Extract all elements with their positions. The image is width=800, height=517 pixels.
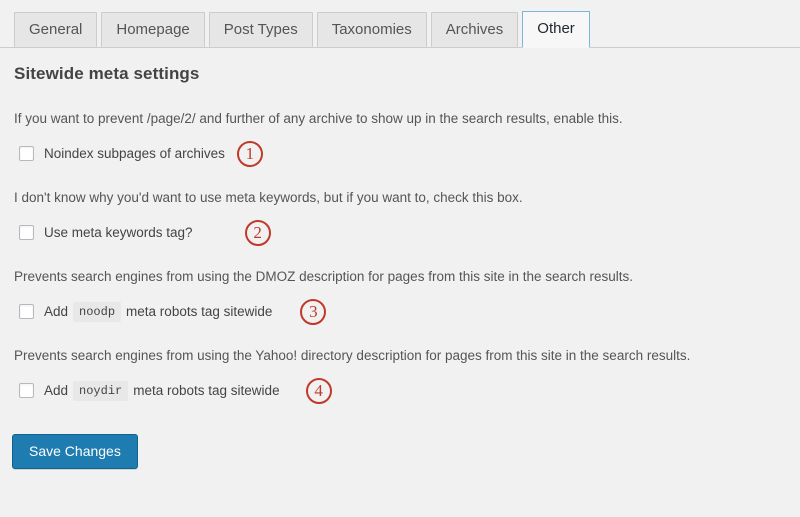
tab-homepage[interactable]: Homepage bbox=[101, 12, 205, 47]
checkbox-add-noodp-meta-robots-tag[interactable] bbox=[19, 304, 34, 320]
tab-bar: General Homepage Post Types Taxonomies A… bbox=[0, 0, 800, 48]
section-description-4: Prevents search engines from using the Y… bbox=[14, 347, 691, 363]
setting-row-meta-keywords: Use meta keywords tag? 2 bbox=[14, 219, 788, 246]
checkbox-use-meta-keywords-tag[interactable] bbox=[19, 225, 34, 241]
tab-post-types[interactable]: Post Types bbox=[208, 12, 313, 47]
annotation-marker-3: 3 bbox=[300, 298, 327, 325]
code-tag-noodp: noodp bbox=[73, 301, 122, 322]
tab-other[interactable]: Other bbox=[522, 11, 590, 48]
save-changes-button[interactable]: Save Changes bbox=[12, 433, 138, 469]
page-title: Sitewide meta settings bbox=[14, 64, 200, 83]
label-noindex-subpages-of-archives[interactable]: Noindex subpages of archives bbox=[44, 146, 225, 161]
label-text: Use meta keywords tag? bbox=[44, 225, 193, 241]
checkbox-add-noydir-meta-robots-tag[interactable] bbox=[19, 383, 34, 399]
annotation-marker-1: 1 bbox=[236, 140, 263, 167]
annotation-marker-2: 2 bbox=[244, 219, 271, 246]
setting-row-noydir: Add noydir meta robots tag sitewide 4 bbox=[14, 377, 788, 404]
setting-row-noodp: Add noodp meta robots tag sitewide 3 bbox=[14, 298, 788, 325]
tab-taxonomies[interactable]: Taxonomies bbox=[316, 12, 427, 47]
tab-archives[interactable]: Archives bbox=[430, 12, 519, 47]
checkbox-noindex-subpages-of-archives[interactable] bbox=[19, 146, 34, 162]
label-use-meta-keywords-tag[interactable]: Use meta keywords tag? bbox=[44, 225, 193, 240]
label-text-prefix: Add bbox=[44, 383, 69, 399]
setting-row-noindex-subpages: Noindex subpages of archives 1 bbox=[14, 140, 788, 167]
label-add-noodp-meta-robots-tag[interactable]: Add noodp meta robots tag sitewide bbox=[44, 301, 273, 322]
label-text-suffix: meta robots tag sitewide bbox=[126, 304, 273, 320]
label-text: Noindex subpages of archives bbox=[44, 146, 225, 162]
label-text-suffix: meta robots tag sitewide bbox=[133, 383, 280, 399]
section-description-1: If you want to prevent /page/2/ and furt… bbox=[14, 111, 623, 126]
code-tag-noydir: noydir bbox=[73, 380, 129, 401]
section-description-2: I don't know why you'd want to use meta … bbox=[14, 189, 523, 205]
annotation-marker-4: 4 bbox=[305, 377, 332, 404]
tab-list: General Homepage Post Types Taxonomies A… bbox=[14, 0, 800, 48]
section-description-3: Prevents search engines from using the D… bbox=[14, 268, 634, 284]
label-add-noydir-meta-robots-tag[interactable]: Add noydir meta robots tag sitewide bbox=[44, 380, 280, 401]
settings-panel: Sitewide meta settings If you want to pr… bbox=[0, 48, 800, 404]
tab-general[interactable]: General bbox=[14, 12, 98, 47]
label-text-prefix: Add bbox=[44, 304, 69, 320]
